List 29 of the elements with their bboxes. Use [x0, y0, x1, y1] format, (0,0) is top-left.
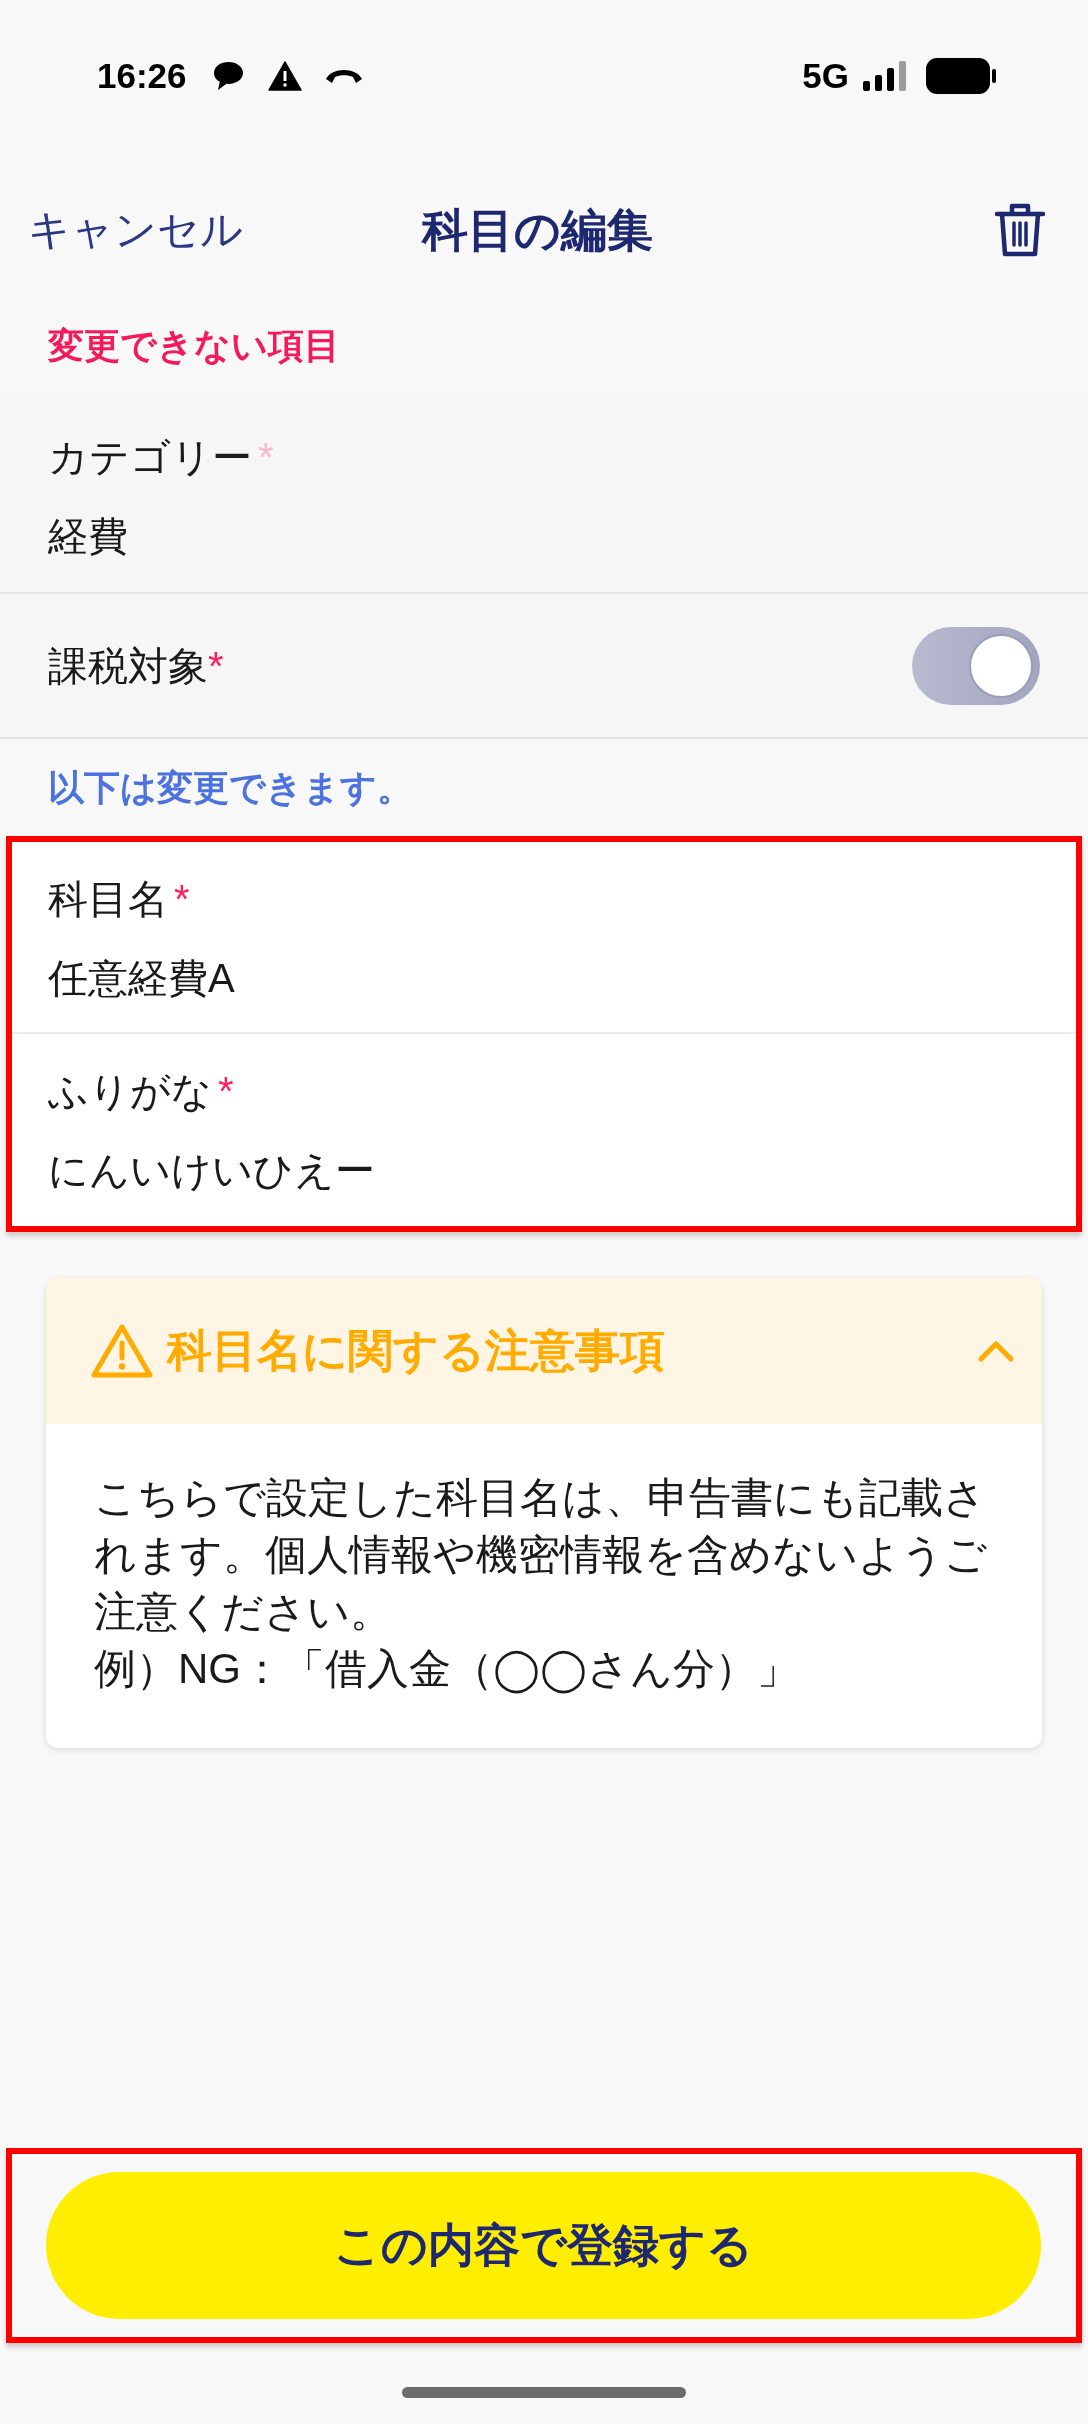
text-field[interactable]: 任意経費A — [48, 948, 1040, 1008]
phone-icon — [324, 68, 363, 84]
notice-title: 科目名に関する注意事項 — [167, 1324, 666, 1378]
cancel-button[interactable]: キャンセル — [28, 202, 243, 258]
section-heading: 変更できない項目 — [48, 324, 340, 368]
chat-bubble-icon — [212, 61, 244, 91]
warning-icon — [91, 1323, 153, 1379]
battery-icon — [926, 58, 996, 94]
notice-text: こちらで設定した科目名は、申告書にも記載されます。個人情報や機密情報を含めないようご注意ください。 — [94, 1473, 988, 1637]
field-value: 経費 — [48, 513, 129, 560]
warning-icon — [267, 61, 302, 91]
network-label: 5G — [802, 55, 849, 97]
submit-button[interactable]: この内容で登録する — [46, 2172, 1041, 2319]
field-label: ふりがな — [48, 1068, 212, 1115]
text-field[interactable]: にんいけいひえー — [48, 1140, 1040, 1200]
signal-icon — [863, 61, 906, 91]
required-mark: * — [208, 642, 224, 690]
required-mark: * — [258, 434, 274, 481]
screen-title: 科目の編集 — [421, 203, 653, 258]
field-label: カテゴリー — [48, 434, 252, 481]
field-label: 科目名 — [48, 876, 168, 923]
required-mark: * — [174, 876, 190, 923]
required-mark: * — [218, 1068, 234, 1115]
field-label: 課税対象 — [48, 642, 208, 690]
trash-icon — [994, 203, 1046, 257]
delete-button[interactable] — [994, 203, 1046, 257]
section-heading: 以下は変更できます。 — [48, 765, 413, 810]
status-time: 16:26 — [97, 55, 187, 97]
notice-text: 例）NG：「借入金（◯◯さん分）」 — [94, 1644, 800, 1696]
